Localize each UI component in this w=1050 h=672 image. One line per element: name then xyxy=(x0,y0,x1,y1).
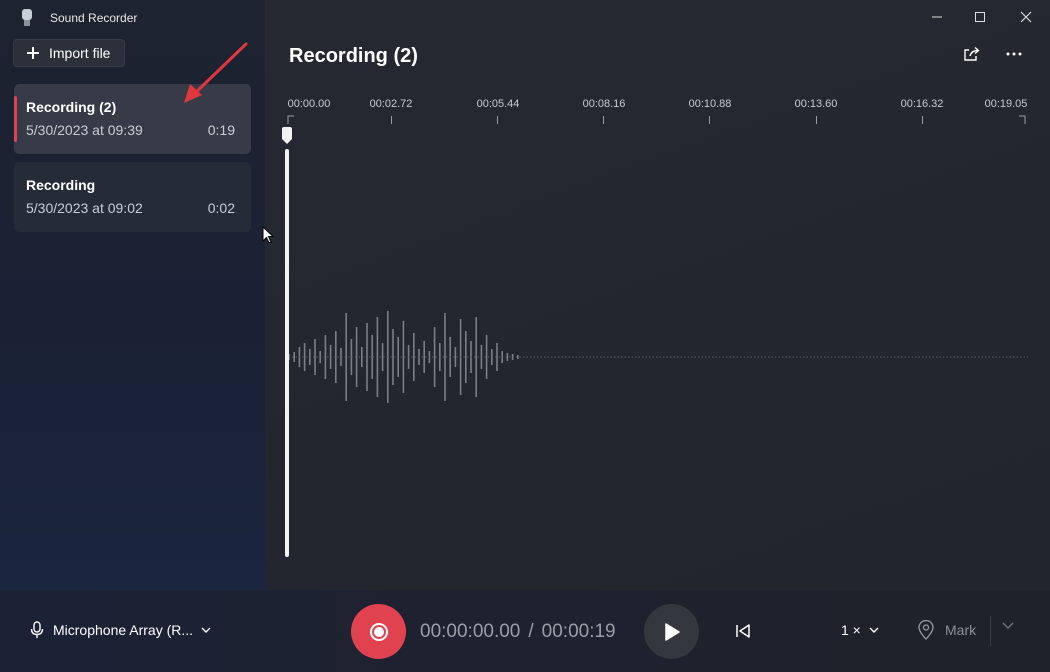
time-display: 00:00:00.00 / 00:00:19 xyxy=(420,621,616,643)
timeline-label: 00:19.05 xyxy=(984,98,1028,110)
playhead-handle[interactable] xyxy=(281,127,293,145)
plus-icon xyxy=(27,47,39,59)
current-time: 00:00:00.00 xyxy=(420,621,521,642)
microphone-app-icon xyxy=(20,9,34,27)
timeline-label: 00:08.16 xyxy=(582,98,626,110)
waveform-area[interactable] xyxy=(265,125,1050,565)
playback-speed-selector[interactable]: 1 × xyxy=(841,622,879,638)
skip-back-button[interactable] xyxy=(732,620,754,642)
timeline-label: 00:02.72 xyxy=(369,98,413,110)
timeline-tick xyxy=(603,116,604,124)
timeline-tick xyxy=(497,116,498,124)
mouse-cursor xyxy=(262,226,274,244)
import-file-label: Import file xyxy=(49,45,111,61)
share-button[interactable] xyxy=(958,42,986,66)
total-time: 00:00:19 xyxy=(541,621,616,642)
close-button[interactable] xyxy=(1011,6,1041,28)
waveform xyxy=(285,311,1028,403)
playhead-line[interactable] xyxy=(285,149,289,557)
close-icon xyxy=(1020,11,1032,23)
timeline-start-bracket xyxy=(287,115,294,124)
player-controls-bar: Microphone Array (R... 00:00:00.00/00:00… xyxy=(0,590,1050,672)
mark-options-chevron-icon[interactable] xyxy=(1002,622,1014,630)
timeline-label: 00:00.00 xyxy=(287,98,331,110)
recording-duration: 0:19 xyxy=(207,122,235,138)
timeline-label: 00:10.88 xyxy=(688,98,732,110)
sound-recorder-window: Sound Recorder Import file Recording (2)… xyxy=(0,0,1050,672)
timeline-label: 00:16.32 xyxy=(900,98,944,110)
more-options-button[interactable] xyxy=(1000,42,1028,66)
record-button[interactable] xyxy=(351,604,406,659)
red-arrow-annotation xyxy=(184,42,248,103)
sidebar: Sound Recorder Import file Recording (2)… xyxy=(0,0,265,590)
selected-indicator xyxy=(14,96,17,142)
chevron-down-icon xyxy=(201,627,211,633)
recording-title: Recording (2) xyxy=(289,45,418,67)
timeline-end-bracket xyxy=(1019,115,1026,124)
timeline-label: 00:05.44 xyxy=(476,98,520,110)
play-button[interactable] xyxy=(644,604,699,659)
microphone-icon xyxy=(30,621,44,638)
timeline-tick xyxy=(391,116,392,124)
more-icon xyxy=(1006,52,1022,56)
title-bar: Sound Recorder xyxy=(20,8,137,28)
minimize-button[interactable] xyxy=(922,6,952,28)
timeline-tick xyxy=(922,116,923,124)
minimize-icon xyxy=(932,16,942,18)
import-file-button[interactable]: Import file xyxy=(13,39,125,67)
timeline-tick xyxy=(816,116,817,124)
recording-date: 5/30/2023 at 09:02 xyxy=(26,200,143,216)
main-panel: Recording (2) 00:00.00 00:02.72 00:05.44… xyxy=(265,0,1050,590)
play-icon xyxy=(664,622,680,641)
maximize-icon xyxy=(975,12,985,22)
recording-name: Recording xyxy=(26,177,96,193)
mark-label: Mark xyxy=(945,622,977,638)
time-separator: / xyxy=(528,621,534,642)
recording-name: Recording (2) xyxy=(26,99,117,115)
recording-duration: 0:02 xyxy=(207,200,235,216)
recording-date: 5/30/2023 at 09:39 xyxy=(26,122,143,138)
maximize-button[interactable] xyxy=(965,6,995,28)
microphone-selector[interactable]: Microphone Array (R... xyxy=(30,621,211,639)
microphone-name: Microphone Array (R... xyxy=(53,622,194,638)
mark-button[interactable]: Mark xyxy=(917,620,976,640)
playback-speed: 1 × xyxy=(841,622,861,638)
share-icon xyxy=(964,46,980,61)
chevron-down-icon xyxy=(869,627,879,633)
skip-back-icon xyxy=(736,624,750,638)
record-icon xyxy=(369,622,388,641)
recording-list-item[interactable]: Recording 5/30/2023 at 09:02 0:02 xyxy=(14,162,251,232)
timeline-tick xyxy=(709,116,710,124)
app-title: Sound Recorder xyxy=(50,11,138,25)
timeline-label: 00:13.60 xyxy=(794,98,838,110)
location-pin-icon xyxy=(918,620,934,640)
mark-divider xyxy=(990,616,991,646)
